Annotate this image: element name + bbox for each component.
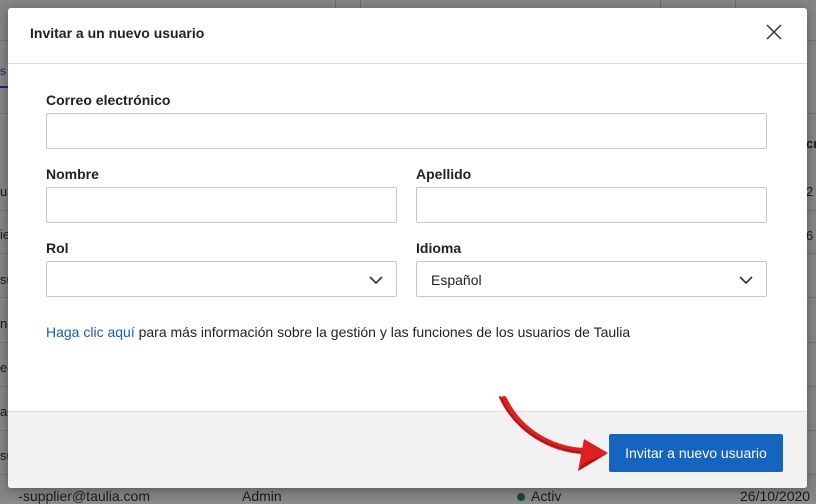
first-name-field[interactable]: [46, 187, 397, 223]
email-label: Correo electrónico: [46, 92, 171, 108]
close-icon[interactable]: [762, 20, 786, 44]
first-name-label: Nombre: [46, 166, 99, 182]
role-select[interactable]: [46, 261, 397, 297]
chevron-down-icon: [369, 276, 383, 285]
role-label: Rol: [46, 240, 69, 256]
chevron-down-icon: [739, 276, 753, 285]
help-link[interactable]: Haga clic aquí: [46, 324, 135, 340]
invite-user-button[interactable]: Invitar a nuevo usuario: [609, 434, 783, 472]
annotation-arrow-icon: [499, 396, 608, 471]
modal-title: Invitar a un nuevo usuario: [30, 25, 205, 41]
last-name-label: Apellido: [416, 166, 472, 182]
language-select-value: Español: [431, 272, 482, 288]
invite-user-modal: Invitar a un nuevo usuario Correo electr…: [8, 8, 807, 488]
language-select[interactable]: Español: [416, 261, 767, 297]
email-field[interactable]: [46, 113, 767, 149]
language-label: Idioma: [416, 240, 462, 256]
last-name-field[interactable]: [416, 187, 767, 223]
info-description: para más información sobre la gestión y …: [134, 324, 631, 340]
modal-header: Invitar a un nuevo usuario: [8, 8, 807, 64]
info-text: Haga clic aquí para más información sobr…: [46, 324, 630, 340]
